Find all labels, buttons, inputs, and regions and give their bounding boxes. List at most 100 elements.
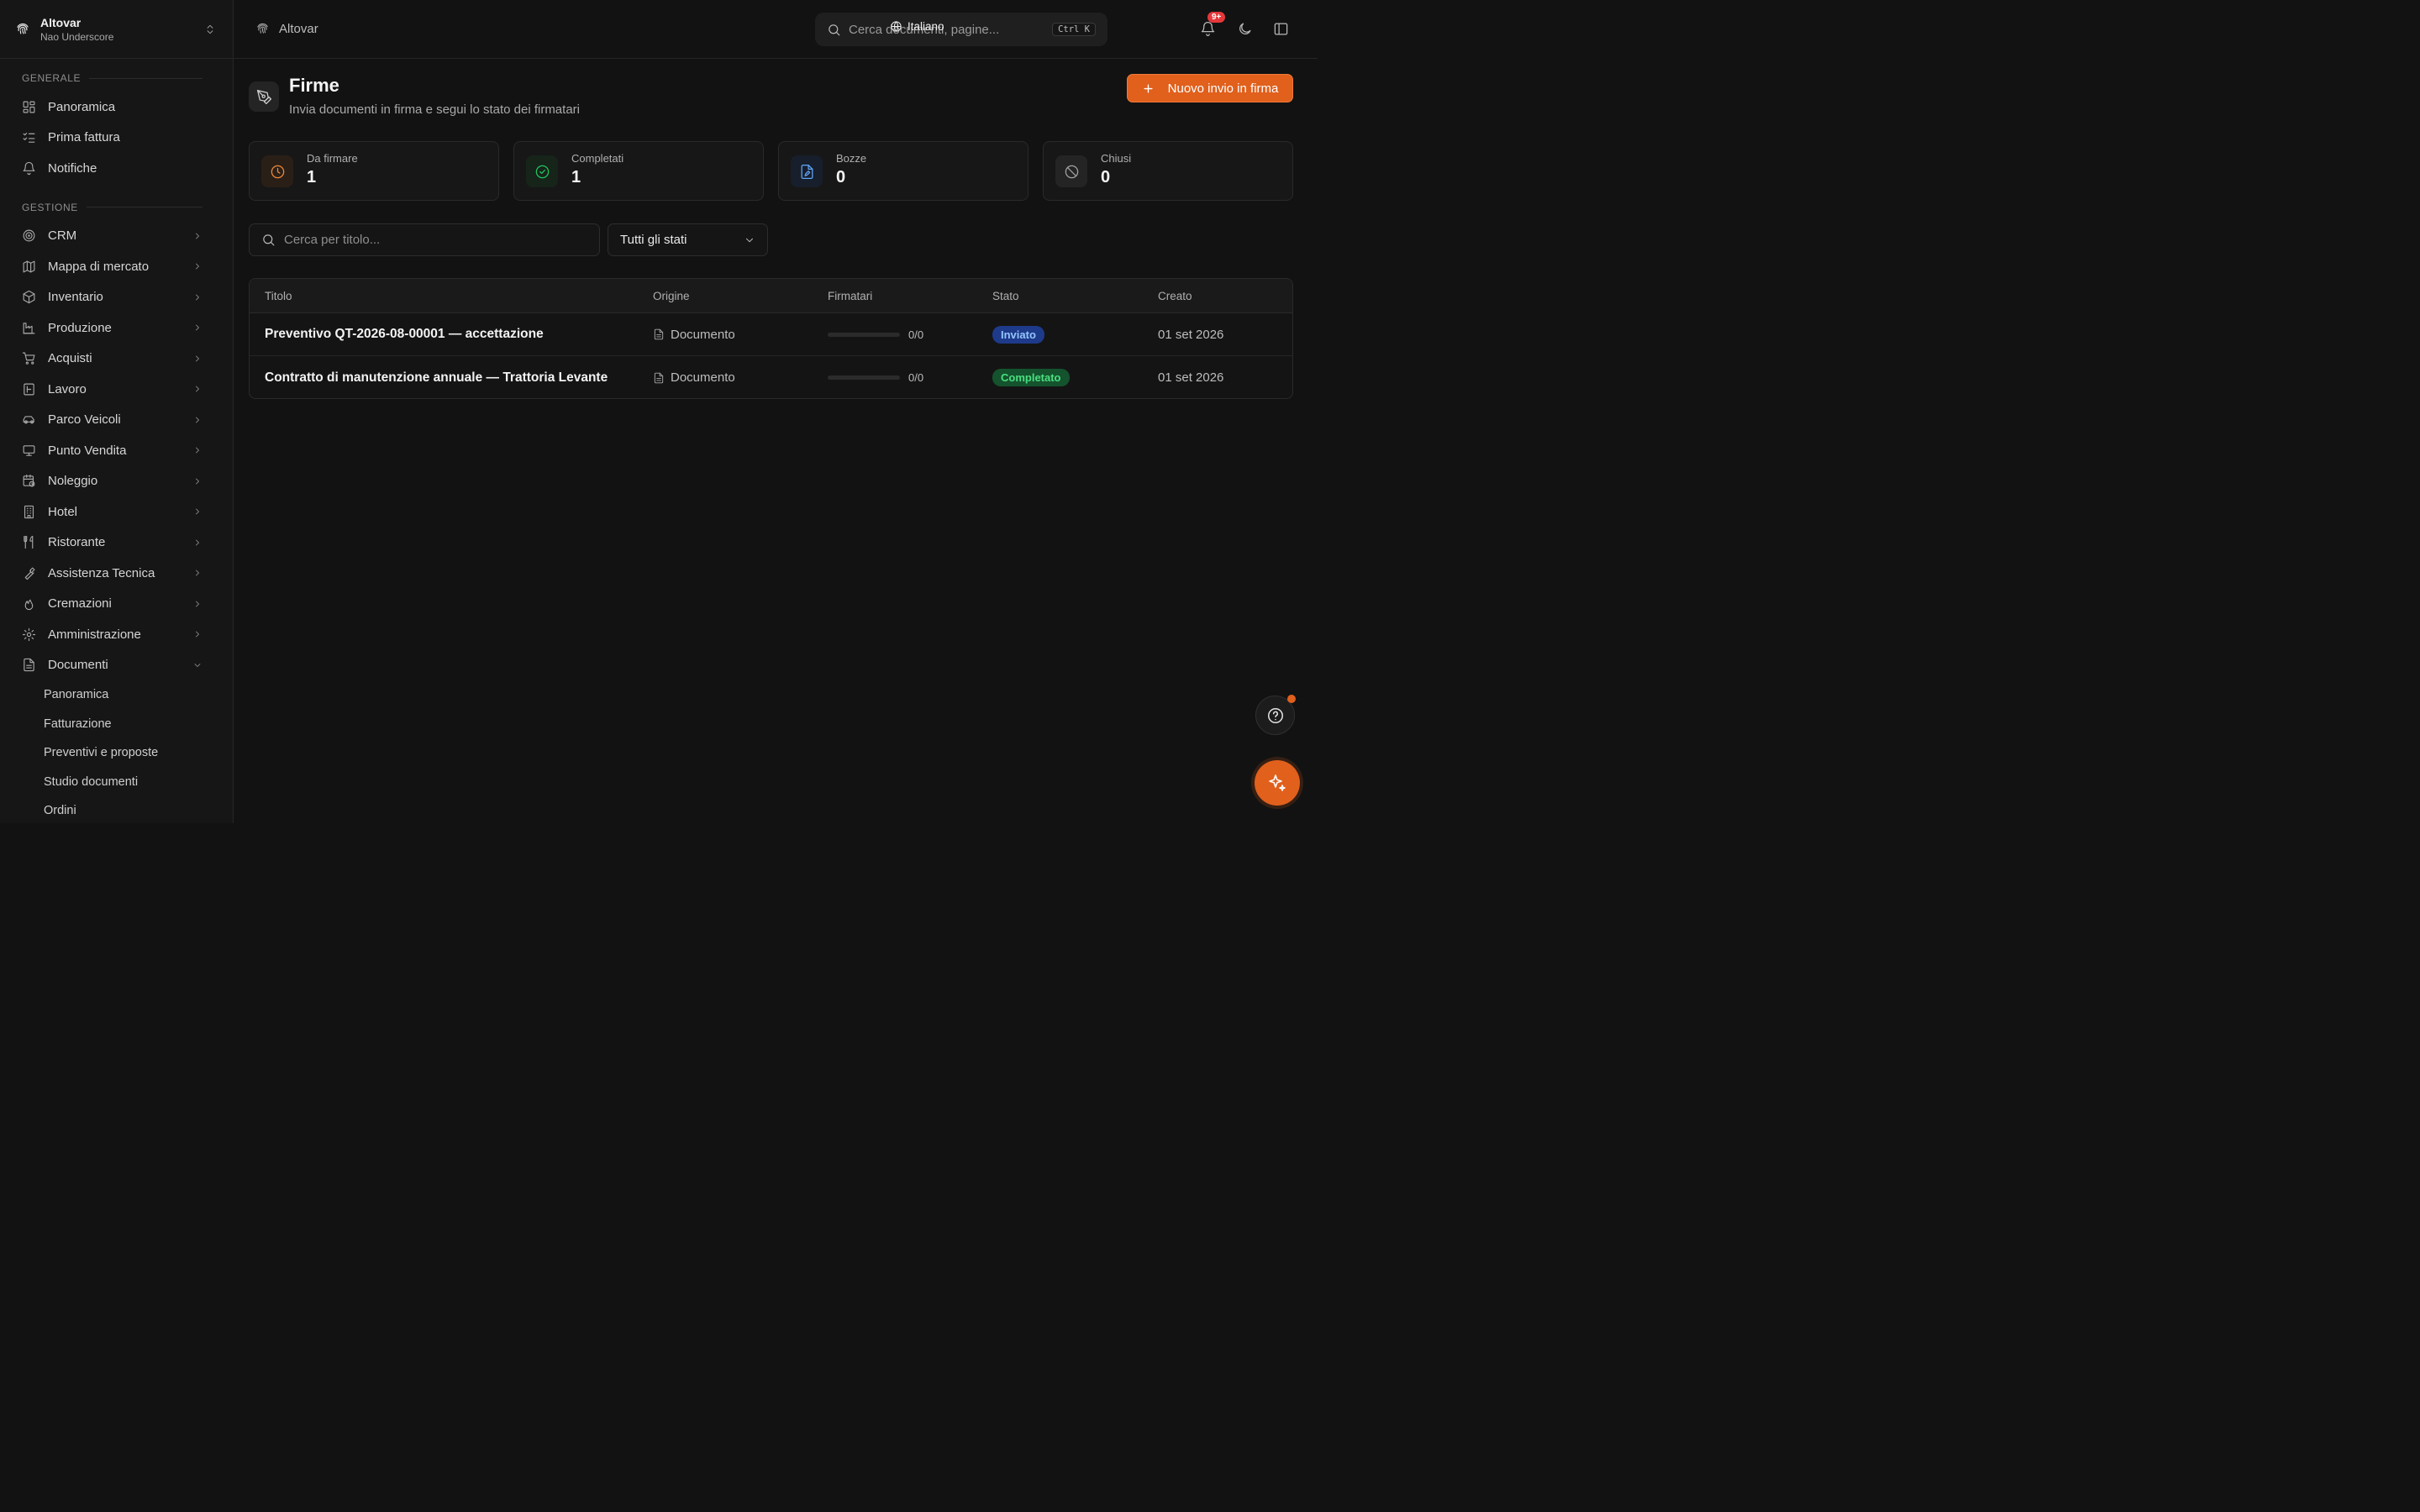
title-search-input[interactable]: Cerca per titolo...	[249, 223, 600, 256]
sidebar-item-panoramica[interactable]: Panoramica	[0, 92, 233, 123]
status-filter-select[interactable]: Tutti gli stati	[608, 223, 768, 256]
shortcut-hint: Ctrl K	[1052, 23, 1096, 36]
sidebar-subitem-studio-documenti[interactable]: Studio documenti	[0, 768, 233, 797]
row-created: 01 set 2026	[1158, 327, 1224, 342]
stat-value: 0	[1101, 168, 1111, 186]
sidebar-item-prima-fattura[interactable]: Prima fattura	[0, 123, 233, 154]
signers-progress-bar	[828, 375, 900, 380]
sidebar-item-label: Notifiche	[48, 160, 97, 176]
sidebar-item-label: Ristorante	[48, 535, 106, 550]
sidebar-subitem-fatturazione[interactable]: Fatturazione	[0, 710, 233, 739]
column-header-creato[interactable]: Creato	[1158, 279, 1192, 312]
status-badge: Completato	[992, 369, 1070, 386]
wrench-icon	[24, 567, 35, 580]
flame-icon	[24, 599, 34, 611]
row-created: 01 set 2026	[1158, 370, 1224, 385]
table-row[interactable]: Contratto di manutenzione annuale — Trat…	[250, 356, 1292, 398]
chevron-right-icon	[196, 478, 199, 485]
fingerprint-icon	[17, 23, 29, 34]
table-row[interactable]: Preventivo QT-2026-08-00001 — accettazio…	[250, 313, 1292, 356]
search-icon	[263, 234, 275, 246]
column-header-titolo[interactable]: Titolo	[265, 279, 292, 312]
chevron-right-icon	[196, 294, 199, 301]
workspace-switcher[interactable]: Altovar Nao Underscore	[0, 0, 233, 59]
row-status: Inviato	[992, 313, 1044, 355]
stat-card-bozze: Bozze 0	[778, 141, 1028, 201]
sidebar-item-mappa-di-mercato[interactable]: Mappa di mercato	[0, 251, 233, 282]
chevron-right-icon	[196, 263, 199, 270]
row-title[interactable]: Contratto di manutenzione annuale — Trat…	[265, 356, 608, 398]
chevron-right-icon	[196, 508, 199, 515]
package-icon	[23, 291, 35, 304]
sidebar-item-ristorante[interactable]: Ristorante	[0, 528, 233, 559]
sidebar-subitem-ordini[interactable]: Ordini	[0, 796, 233, 826]
status-filter-value: Tutti gli stati	[620, 233, 687, 247]
sidebar-item-label: Produzione	[48, 320, 112, 335]
signers-count: 0/0	[908, 371, 924, 384]
sidebar-item-notifiche[interactable]: Notifiche	[0, 153, 233, 184]
sidebar-item-documenti[interactable]: Documenti	[0, 650, 233, 681]
gear-icon	[22, 627, 36, 641]
utensils-icon	[24, 536, 34, 549]
sidebar-subitem-preventivi[interactable]: Preventivi e proposte	[0, 738, 233, 768]
sidebar-toggle-icon[interactable]	[1273, 21, 1289, 37]
file-edit-icon	[791, 155, 823, 187]
clock-icon	[261, 155, 293, 187]
column-header-firmatari[interactable]: Firmatari	[828, 279, 872, 312]
sidebar-item-label: Amministrazione	[48, 627, 141, 642]
global-search[interactable]: Cerca documenti, pagine... Ctrl K	[815, 13, 1107, 46]
chevron-right-icon	[196, 417, 199, 423]
section-label-generale: Generale	[0, 70, 233, 87]
ai-assistant-button[interactable]	[1255, 760, 1300, 806]
signers-count: 0/0	[908, 328, 924, 341]
bell-icon[interactable]	[1200, 21, 1216, 37]
sidebar-item-label: Assistenza Tecnica	[48, 565, 155, 580]
fingerprint-icon	[257, 23, 268, 34]
sidebar-item-lavoro[interactable]: Lavoro	[0, 374, 233, 405]
language-selector[interactable]: Italiano	[890, 20, 944, 33]
new-signature-request-button[interactable]: Nuovo invio in firma	[1127, 74, 1293, 102]
chevron-down-icon	[746, 238, 753, 242]
breadcrumb-label: Altovar	[279, 22, 318, 36]
moon-icon[interactable]	[1237, 21, 1253, 37]
sidebar-item-label: Prima fattura	[48, 130, 120, 145]
row-signers: 0/0	[828, 356, 924, 398]
sidebar-subitem-panoramica[interactable]: Panoramica	[0, 680, 233, 710]
chevron-right-icon	[196, 631, 199, 638]
building-icon	[24, 505, 34, 518]
sidebar-item-acquisti[interactable]: Acquisti	[0, 344, 233, 375]
sidebar-item-hotel[interactable]: Hotel	[0, 496, 233, 528]
language-label: Italiano	[908, 20, 944, 33]
row-signers: 0/0	[828, 313, 923, 355]
check-circle-icon	[526, 155, 558, 187]
row-title[interactable]: Preventivo QT-2026-08-00001 — accettazio…	[265, 313, 544, 355]
sidebar-item-crm[interactable]: CRM	[0, 221, 233, 252]
sidebar-item-assistenza-tecnica[interactable]: Assistenza Tecnica	[0, 558, 233, 589]
sidebar-item-label: Panoramica	[48, 99, 116, 114]
sidebar-item-punto-vendita[interactable]: Punto Vendita	[0, 435, 233, 466]
signature-icon	[249, 81, 279, 112]
signatures-table: Titolo Origine Firmatari Stato Creato Pr…	[249, 278, 1293, 399]
sidebar-item-noleggio[interactable]: Noleggio	[0, 466, 233, 497]
stat-value: 0	[836, 168, 846, 186]
column-header-stato[interactable]: Stato	[992, 279, 1019, 312]
chevron-right-icon	[196, 386, 199, 392]
status-badge: Inviato	[992, 325, 1044, 344]
sidebar-item-cremazioni[interactable]: Cremazioni	[0, 589, 233, 620]
table-header: Titolo Origine Firmatari Stato Creato	[250, 279, 1292, 313]
sidebar-item-amministrazione[interactable]: Amministrazione	[0, 619, 233, 650]
stat-card-chiusi: Chiusi 0	[1043, 141, 1293, 201]
stat-label: Completati	[571, 152, 624, 165]
sidebar-item-produzione[interactable]: Produzione	[0, 312, 233, 344]
sidebar-item-inventario[interactable]: Inventario	[0, 282, 233, 313]
sidebar-item-parco-veicoli[interactable]: Parco Veicoli	[0, 405, 233, 436]
chevron-right-icon	[196, 447, 199, 454]
workspace-user: Nao Underscore	[40, 30, 114, 43]
column-header-origine[interactable]: Origine	[653, 279, 690, 312]
row-origin-label: Documento	[671, 327, 735, 342]
target-icon	[23, 229, 35, 242]
map-icon	[23, 260, 35, 273]
dashboard-icon	[23, 101, 35, 113]
calendar-grid-icon	[24, 383, 34, 396]
breadcrumb[interactable]: Altovar	[255, 22, 318, 36]
